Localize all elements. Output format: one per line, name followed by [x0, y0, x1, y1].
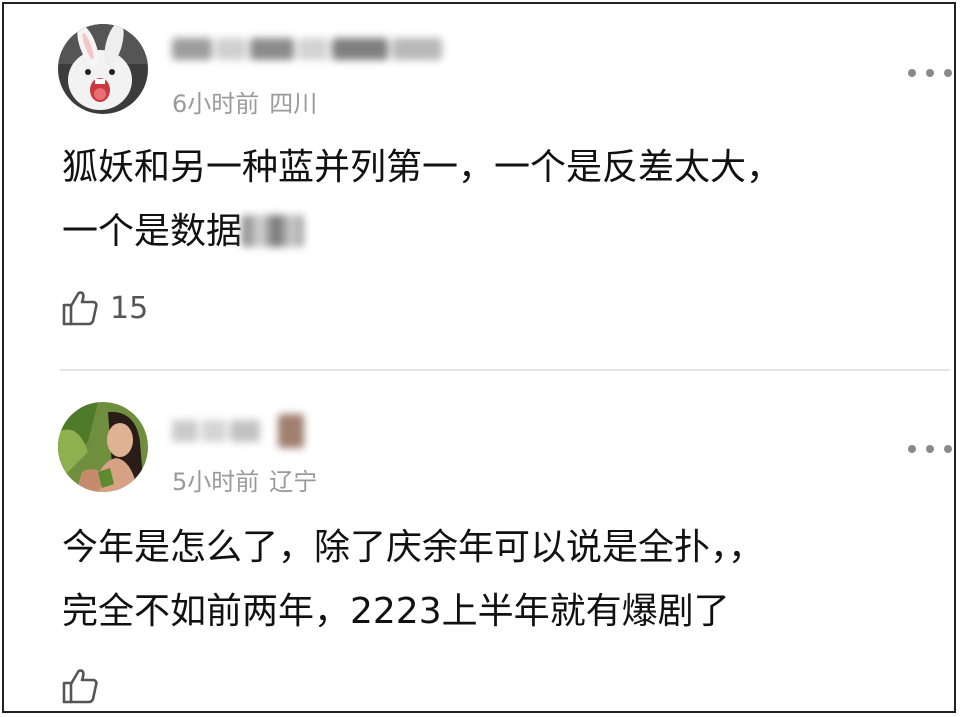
- comment-location: 辽宁: [269, 468, 318, 496]
- white-rabbit-avatar-icon: [58, 24, 148, 114]
- more-dots-icon[interactable]: [908, 442, 952, 456]
- woman-portrait-avatar-icon: [58, 402, 148, 492]
- thumbs-up-icon: [62, 291, 98, 326]
- like-count: 15: [110, 290, 149, 326]
- like-button[interactable]: 15: [60, 286, 148, 330]
- comment-text-line: 一个是数据: [62, 200, 782, 264]
- comment-text: 狐妖和另一种蓝并列第一，一个是反差太大， 一个是数据: [62, 136, 782, 264]
- like-button[interactable]: [60, 664, 110, 708]
- avatar[interactable]: [58, 402, 148, 492]
- comment-text-line: 今年是怎么了，除了庆余年可以说是全扑，，: [62, 527, 765, 568]
- thumbs-up-icon: [62, 669, 98, 704]
- comment-text-fragment: 一个是数据: [62, 211, 243, 252]
- avatar[interactable]: [58, 24, 148, 114]
- comment-location: 四川: [269, 90, 318, 118]
- comment-list-frame: 6小时前 四川 狐妖和另一种蓝并列第一，一个是反差太大， 一个是数据 15 5小…: [2, 2, 956, 713]
- comment-meta: 5小时前 辽宁: [172, 462, 317, 497]
- comment-text-line: 完全不如前两年，2223上半年就有爆剧了: [62, 591, 730, 632]
- comment-time: 6小时前: [172, 90, 260, 118]
- comment-text: 今年是怎么了，除了庆余年可以说是全扑，， 完全不如前两年，2223上半年就有爆剧…: [62, 516, 764, 644]
- comment-text-line: 狐妖和另一种蓝并列第一，一个是反差太大，: [62, 147, 783, 188]
- blurred-text-redaction: [242, 215, 305, 247]
- more-dots-icon[interactable]: [908, 66, 952, 80]
- comment-time: 5小时前: [172, 468, 260, 496]
- username-blurred[interactable]: [172, 414, 308, 448]
- comment-divider: [60, 369, 950, 371]
- username-blurred[interactable]: [172, 38, 446, 72]
- comment-meta: 6小时前 四川: [172, 84, 317, 119]
